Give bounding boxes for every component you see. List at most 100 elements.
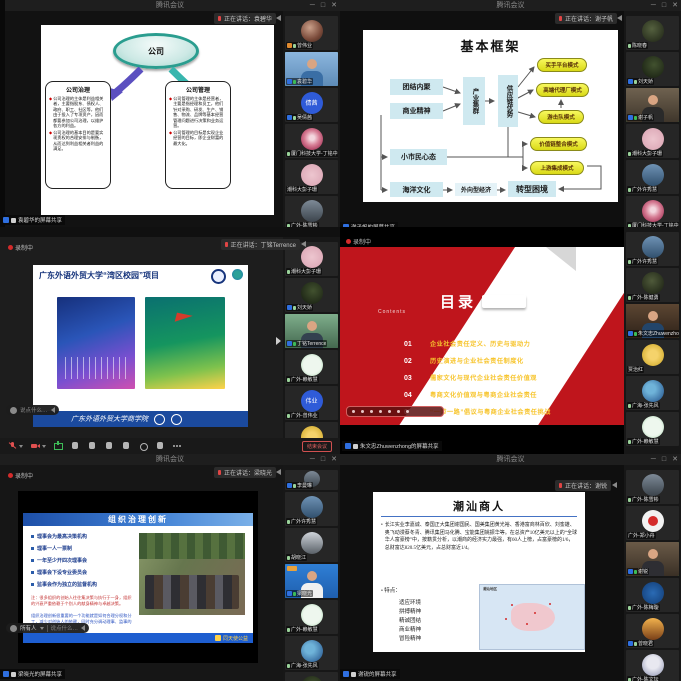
- participant-tile[interactable]: 广外-赖敏慧: [285, 600, 338, 634]
- participant-tile[interactable]: 李曼琳: [285, 470, 338, 490]
- participant-label: 贾治红: [627, 366, 644, 373]
- mic-icon: [628, 440, 631, 444]
- record-button[interactable]: [139, 441, 148, 451]
- chat-input-bar[interactable]: 所有人 说点什么…: [6, 623, 89, 633]
- screen-share-button[interactable]: [54, 441, 63, 451]
- participant-tile[interactable]: 广外许秀慧: [626, 232, 679, 266]
- members-button[interactable]: [105, 441, 114, 451]
- participant-tile[interactable]: 广外-赖敏慧: [285, 350, 338, 384]
- participant-tile[interactable]: 广外-陈梅璇: [626, 578, 679, 612]
- security-button[interactable]: [71, 441, 80, 451]
- avatar: [301, 20, 323, 42]
- participant-tile[interactable]: 陈晓春: [626, 16, 679, 50]
- participant-tile-partial[interactable]: [285, 672, 338, 681]
- map-label: 潮汕地区: [483, 587, 497, 592]
- participant-tile[interactable]: 厦门科技大学-丁铭中: [285, 124, 338, 158]
- annotation-toolbar[interactable]: [346, 406, 444, 417]
- end-meeting-button[interactable]: 结束会议: [302, 441, 332, 452]
- sidebar-collapse-chevron-icon[interactable]: [276, 337, 281, 345]
- participant-sidebar[interactable]: 潮科大彭子珊 刘天娇 丁铭Terrence 广外-赖敏慧 伟业广外-曾伟业 潮科…: [283, 237, 340, 438]
- mic-icon: [628, 606, 631, 610]
- chat-placeholder[interactable]: 说点什么…: [20, 406, 48, 414]
- close-button[interactable]: ✕: [331, 454, 337, 465]
- maximize-button[interactable]: □: [321, 0, 325, 11]
- participant-name: 广外-赖敏慧: [291, 626, 318, 633]
- maximize-button[interactable]: □: [321, 454, 325, 465]
- participant-tile[interactable]: 广外许秀慧: [285, 492, 338, 526]
- participant-tile[interactable]: 袁碧华: [285, 52, 338, 86]
- participant-sidebar[interactable]: 广外许秀慧 广外-陈健勇 朱文忠Zhuwenzhong 贾治红 广海-张先风 广…: [624, 227, 681, 454]
- close-button[interactable]: ✕: [672, 0, 678, 11]
- maximize-button[interactable]: □: [662, 0, 666, 11]
- participant-tile[interactable]: 广外-陈健勇: [626, 268, 679, 302]
- minimize-button[interactable]: ─: [651, 0, 656, 11]
- minimize-button[interactable]: ─: [651, 454, 656, 465]
- participant-tile[interactable]: 谢锐: [626, 542, 679, 576]
- slide-title-bar: 组织治理创新: [23, 513, 253, 526]
- participant-tile[interactable]: 广外-陈雪彬: [626, 470, 679, 504]
- toc-item: 03儒家文化与现代企业社会责任价值观: [404, 373, 551, 382]
- mute-button[interactable]: [8, 441, 17, 451]
- minimize-button[interactable]: ─: [310, 454, 315, 465]
- camera-button[interactable]: [31, 441, 40, 451]
- participant-tile[interactable]: 丁铭Terrence: [285, 314, 338, 348]
- settings-button[interactable]: [156, 441, 165, 451]
- participant-sidebar[interactable]: 李曼琳 广外许秀慧 胡晓江 梁晓光 广外-赖敏慧 广海-张先风: [283, 465, 340, 681]
- participant-tile[interactable]: 曾晓君: [626, 614, 679, 648]
- participant-tile[interactable]: 广外-陈雪彬: [285, 196, 338, 227]
- close-button[interactable]: ✕: [331, 0, 337, 11]
- participant-tile[interactable]: 刘天娇: [626, 52, 679, 86]
- participant-tile[interactable]: 刘天娇: [285, 278, 338, 312]
- participant-sidebar[interactable]: 曾伟业 袁碧华 倩茜吴倩茜 厦门科技大学-丁铭中 潮科大彭子珊 广外-陈雪彬: [283, 11, 340, 227]
- collapse-icon[interactable]: [51, 407, 55, 413]
- recipient-caret-icon[interactable]: [40, 627, 44, 630]
- node-transition-dilemma: 转型困境: [508, 181, 556, 197]
- hand-icon: [353, 444, 358, 449]
- participant-tile[interactable]: 潮科-贾治红: [285, 422, 338, 438]
- chat-button[interactable]: [122, 441, 131, 451]
- participant-tile[interactable]: 广外-郑小舟: [626, 506, 679, 540]
- mic-icon: [628, 678, 631, 681]
- participant-tile[interactable]: 广外许秀慧: [626, 160, 679, 194]
- map-marker-icon: [549, 603, 551, 605]
- mac-titlebar: [0, 227, 340, 237]
- participant-tile[interactable]: 谢子帆: [626, 88, 679, 122]
- mic-options-caret-icon[interactable]: [19, 445, 23, 448]
- participant-sidebar[interactable]: 广外-陈雪彬 广外-郑小舟 谢锐 广外-陈梅璇 曾晓君 广外-陈文坛: [624, 465, 681, 681]
- avatar: [642, 474, 664, 496]
- host-badge-icon: [287, 79, 292, 84]
- participant-tile[interactable]: 广外-赖敏慧: [626, 412, 679, 446]
- participant-tile[interactable]: 贾治红: [626, 340, 679, 374]
- chat-placeholder[interactable]: 说点什么…: [51, 624, 79, 632]
- participant-label: 陈晓春: [627, 42, 648, 49]
- participant-tile[interactable]: 广外-陈文坛: [626, 650, 679, 681]
- participant-tile[interactable]: 广海-张先风: [285, 636, 338, 670]
- participant-tile[interactable]: 广海-张先风: [626, 376, 679, 410]
- node-ocean-culture: 海洋文化: [390, 182, 443, 197]
- mic-icon: [287, 628, 290, 632]
- participant-tile[interactable]: 梁晓光: [285, 564, 338, 598]
- participant-name: 广外-陈雪彬: [632, 496, 659, 503]
- minimize-button[interactable]: ─: [310, 0, 315, 11]
- close-button[interactable]: ✕: [672, 454, 678, 465]
- collapse-icon[interactable]: [81, 625, 85, 631]
- participant-name: 胡晓江: [291, 554, 306, 561]
- participant-tile[interactable]: 胡晓江: [285, 528, 338, 562]
- chat-quick-bar[interactable]: 说点什么…: [6, 405, 59, 415]
- maximize-button[interactable]: □: [662, 454, 666, 465]
- camera-options-caret-icon[interactable]: [42, 445, 46, 448]
- participant-tile[interactable]: 潮科大彭子珊: [285, 160, 338, 194]
- participant-tile[interactable]: 曾伟业: [285, 16, 338, 50]
- avatar: [642, 200, 664, 222]
- participant-tile[interactable]: 朱文忠Zhuwenzhong: [626, 304, 679, 338]
- participant-tile[interactable]: 潮科大彭子珊: [626, 124, 679, 158]
- avatar: [301, 426, 323, 438]
- node-business-spirit: 商业精神: [390, 103, 443, 119]
- participant-tile[interactable]: 伟业广外-曾伟业: [285, 386, 338, 420]
- participant-tile[interactable]: 倩茜吴倩茜: [285, 88, 338, 122]
- chat-recipient[interactable]: 所有人: [20, 624, 37, 632]
- more-button[interactable]: [173, 441, 182, 451]
- invite-button[interactable]: [88, 441, 97, 451]
- participant-sidebar[interactable]: 陈晓春 刘天娇 谢子帆 潮科大彭子珊 广外许秀慧 厦门科技大学-丁铭中: [624, 11, 681, 227]
- participant-tile[interactable]: 厦门科技大学-丁铭中: [626, 196, 679, 227]
